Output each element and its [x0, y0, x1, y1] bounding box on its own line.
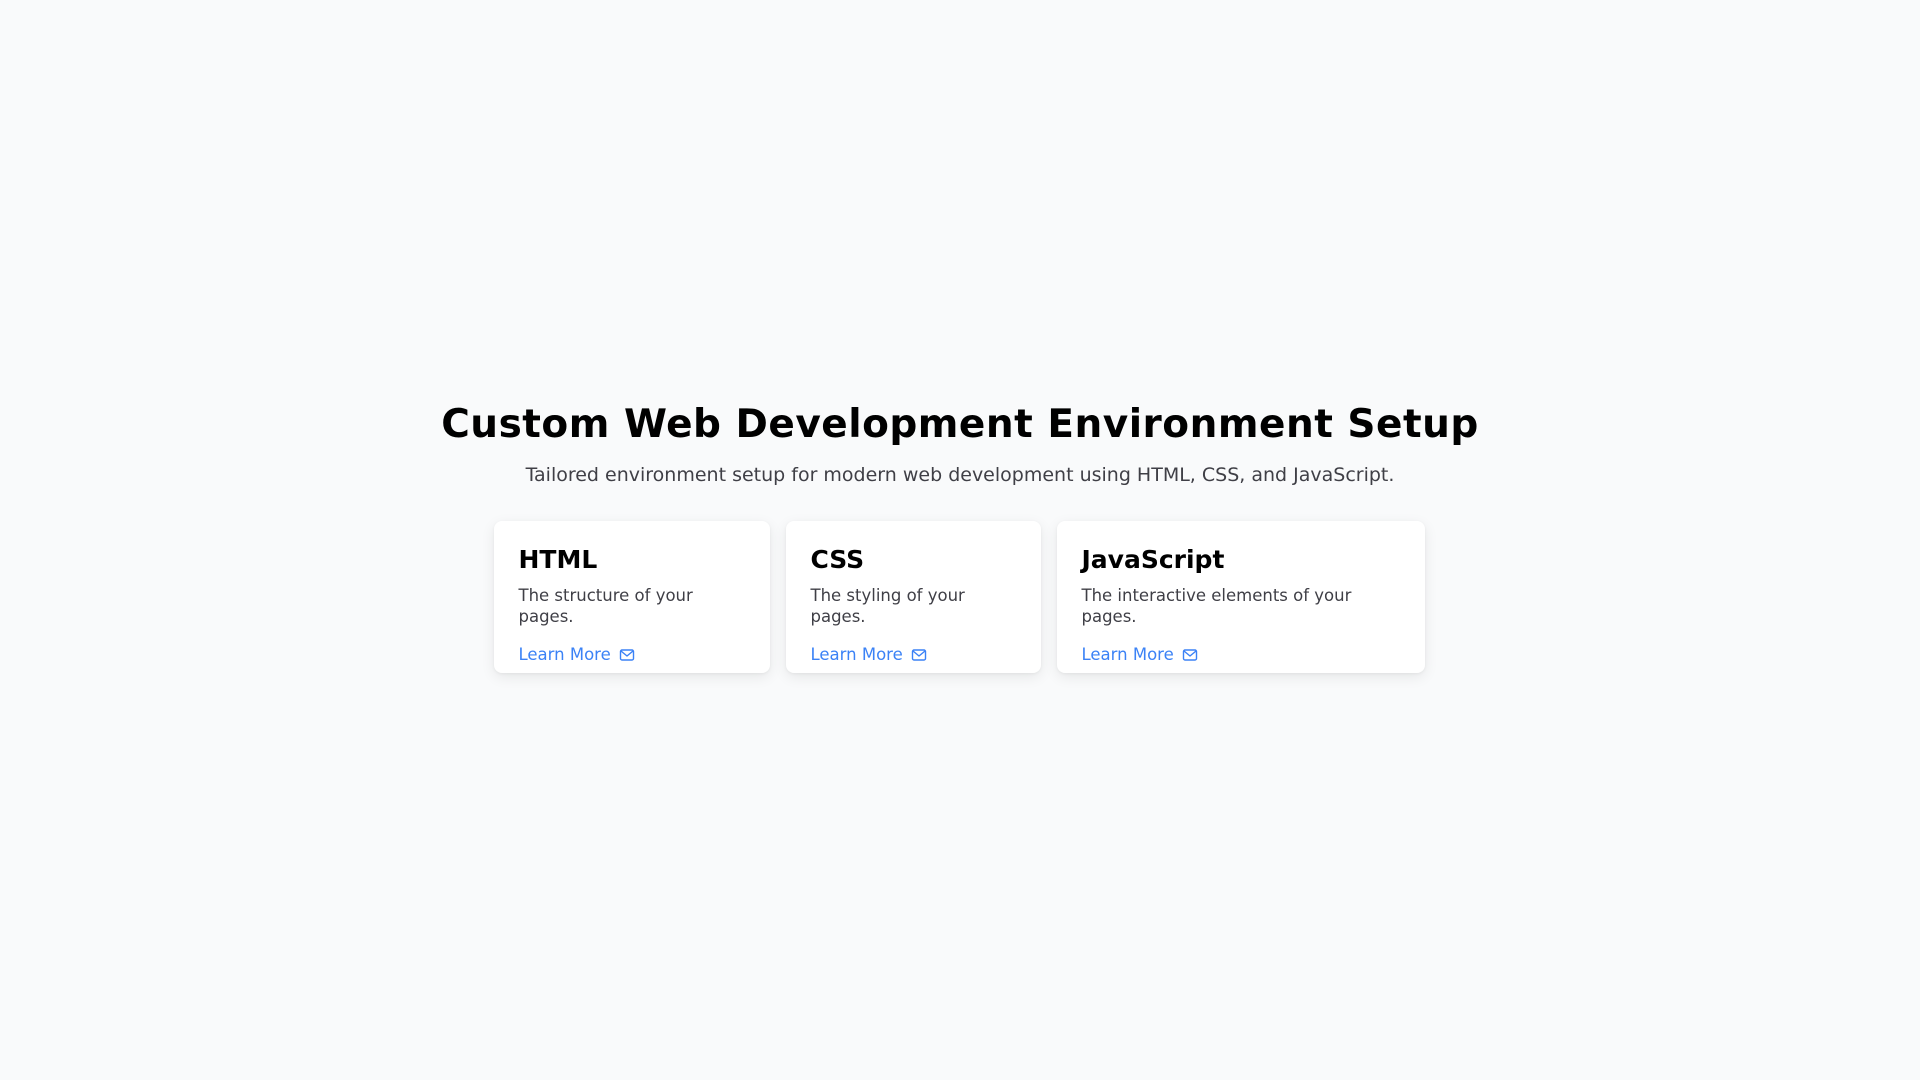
card-css: CSS The styling of your pages. Learn Mor…: [786, 520, 1042, 673]
page-title: Custom Web Development Environment Setup: [441, 402, 1479, 447]
hero-section: Custom Web Development Environment Setup…: [441, 402, 1479, 673]
card-title: HTML: [518, 544, 598, 574]
card-description: The styling of your pages.: [810, 585, 965, 627]
mail-icon: [911, 647, 927, 663]
learn-more-link-css[interactable]: Learn More: [810, 645, 926, 665]
learn-more-label: Learn More: [810, 645, 903, 665]
learn-more-link-javascript[interactable]: Learn More: [1081, 645, 1197, 665]
learn-more-label: Learn More: [518, 645, 611, 665]
learn-more-label: Learn More: [1081, 645, 1174, 665]
mail-icon: [1182, 647, 1198, 663]
page-subtitle: Tailored environment setup for modern we…: [525, 463, 1395, 486]
card-list: HTML The structure of your pages. Learn …: [494, 520, 1426, 673]
card-description: The structure of your pages.: [518, 585, 693, 627]
card-title: JavaScript: [1081, 544, 1225, 574]
card-html: HTML The structure of your pages. Learn …: [494, 520, 771, 673]
card-javascript: JavaScript The interactive elements of y…: [1057, 520, 1426, 673]
card-title: CSS: [810, 544, 865, 574]
mail-icon: [619, 647, 635, 663]
learn-more-link-html[interactable]: Learn More: [518, 645, 634, 665]
page: Custom Web Development Environment Setup…: [0, 0, 1920, 1080]
card-description: The interactive elements of your pages.: [1081, 585, 1352, 627]
